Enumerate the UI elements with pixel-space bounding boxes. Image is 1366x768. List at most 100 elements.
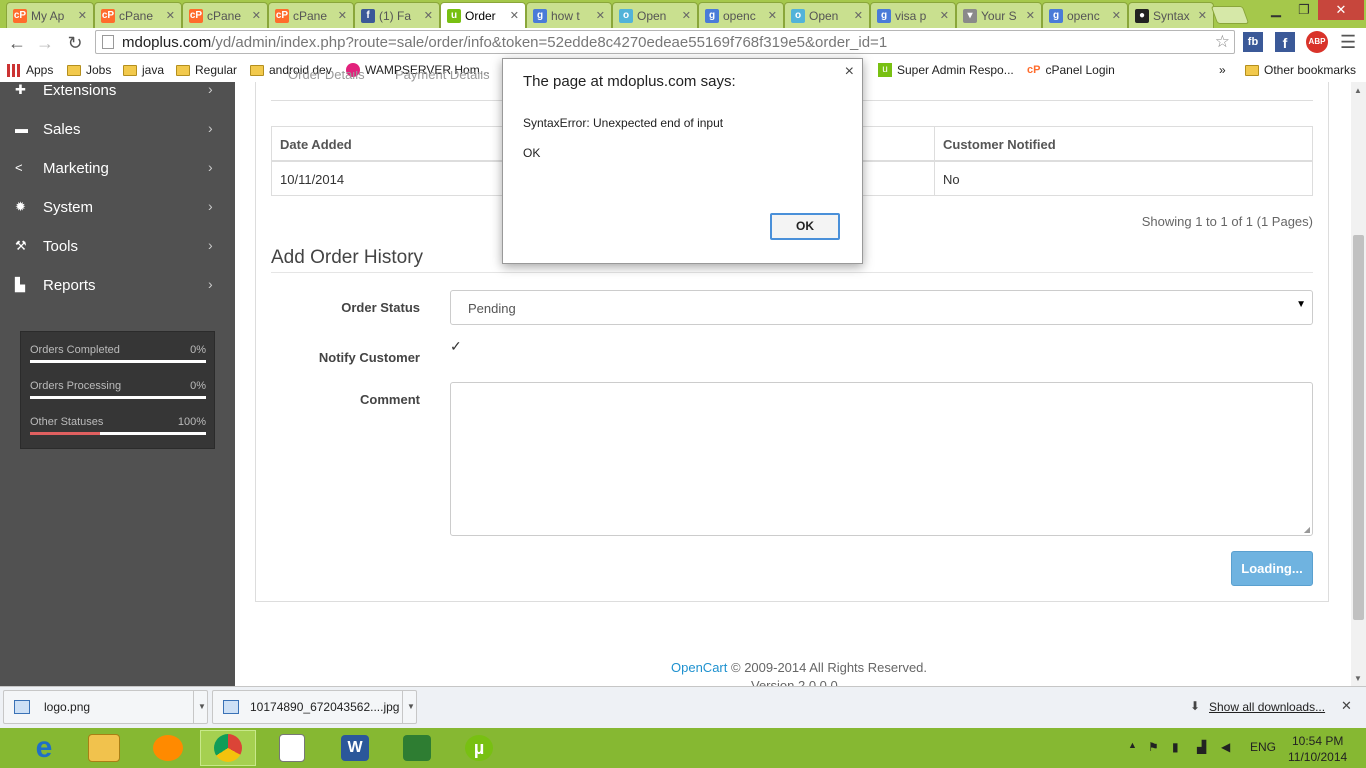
close-tab-icon[interactable]: ✕ (78, 9, 87, 22)
close-icon[interactable]: × (845, 63, 854, 81)
sidebar-item-marketing[interactable]: < Marketing › (0, 150, 235, 189)
browser-tab[interactable]: ▾ Your S ✕ (956, 2, 1042, 28)
reload-icon[interactable]: ↻ (64, 32, 86, 54)
browser-tab[interactable]: g openc ✕ (698, 2, 784, 28)
volume-icon[interactable]: ◀ (1221, 740, 1230, 754)
clock-time[interactable]: 10:54 PM (1292, 734, 1343, 748)
dialog-ok-button[interactable]: OK (770, 213, 840, 240)
close-tab-icon[interactable]: ✕ (682, 9, 691, 22)
sidebar-item-system[interactable]: ✹ System › (0, 189, 235, 228)
power-icon[interactable]: ▮ (1172, 740, 1179, 754)
share-icon: < (15, 160, 23, 175)
opencart-link[interactable]: OpenCart (671, 660, 727, 675)
show-all-downloads-link[interactable]: Show all downloads... (1209, 700, 1325, 714)
order-status-select[interactable]: Pending ▼ (450, 290, 1313, 325)
cart-icon: ▾ (963, 8, 977, 23)
download-item[interactable]: logo.png ▼ (3, 690, 208, 724)
browser-tab[interactable]: cP My Ap ✕ (6, 2, 94, 28)
chevron-down-icon[interactable]: ▼ (193, 691, 210, 723)
chevron-down-icon[interactable]: ▼ (402, 691, 419, 723)
sidebar-item-sales[interactable]: ▬ Sales › (0, 111, 235, 150)
minimize-icon[interactable]: ▁ (1262, 0, 1290, 20)
bar-chart-icon: ▙ (15, 277, 25, 292)
notepad-plus-icon[interactable] (264, 730, 320, 766)
scroll-down-icon[interactable]: ▼ (1354, 674, 1362, 683)
clock-date[interactable]: 11/10/2014 (1288, 750, 1347, 764)
sidebar-item-extensions[interactable]: ✚ Extensions › (0, 72, 235, 111)
utorrent-taskbar-icon[interactable]: µ (451, 730, 507, 766)
close-tab-icon[interactable]: ✕ (940, 9, 949, 22)
language-indicator[interactable]: ENG (1250, 740, 1276, 754)
close-icon[interactable]: ✕ (1341, 698, 1352, 714)
browser-tab[interactable]: cP cPane ✕ (94, 2, 182, 28)
order-stats-panel: Orders Completed 0% Orders Processing 0% O… (20, 331, 215, 449)
chevron-right-icon: › (208, 81, 213, 97)
close-tab-icon[interactable]: ✕ (424, 9, 433, 22)
close-tab-icon[interactable]: ✕ (768, 9, 777, 22)
close-tab-icon[interactable]: ✕ (1198, 9, 1207, 22)
fb-extension-icon[interactable]: fb (1243, 32, 1263, 52)
back-icon[interactable]: ← (6, 32, 28, 54)
facebook-extension-icon[interactable]: f (1275, 32, 1295, 52)
restore-icon[interactable]: ❐ (1290, 0, 1318, 20)
alert-dialog: The page at mdoplus.com says: × SyntaxEr… (502, 58, 863, 264)
action-center-flag-icon[interactable]: ⚑ (1148, 740, 1159, 754)
browser-tab-active[interactable]: u Order ✕ (440, 2, 526, 28)
address-bar[interactable]: mdoplus.com/yd/admin/index.php?route=sal… (95, 30, 1235, 54)
tab-payment-details[interactable]: Payment Details (395, 71, 490, 82)
browser-tab[interactable]: g how t ✕ (526, 2, 612, 28)
download-item[interactable]: 10174890_672043562....jpg ▼ (212, 690, 417, 724)
sidebar-item-reports[interactable]: ▙ Reports › (0, 267, 235, 306)
close-tab-icon[interactable]: ✕ (854, 9, 863, 22)
notify-customer-checkbox[interactable]: ✓ (450, 339, 463, 353)
dialog-message-ok-text: OK (523, 146, 541, 160)
browser-tab[interactable]: cP cPane ✕ (268, 2, 354, 28)
bookmarks-overflow-chevron[interactable]: » (1219, 62, 1226, 78)
table-header-customer-notified: Customer Notified (943, 137, 1056, 152)
browser-tab[interactable]: o Open ✕ (612, 2, 698, 28)
browser-tab[interactable]: f (1) Fa ✕ (354, 2, 440, 28)
bookmark-other-bookmarks[interactable]: Other bookmarks (1245, 62, 1356, 78)
bookmark-super-admin[interactable]: u Super Admin Respo... (878, 62, 1014, 78)
menu-icon[interactable]: ☰ (1340, 32, 1356, 53)
browser-tab[interactable]: o Open ✕ (784, 2, 870, 28)
close-tab-icon[interactable]: ✕ (252, 9, 261, 22)
browser-tab[interactable]: ● Syntax ✕ (1128, 2, 1214, 28)
chrome-taskbar-icon[interactable] (200, 730, 256, 766)
tab-order-details[interactable]: Order Details (288, 71, 365, 82)
new-tab-button[interactable] (1210, 6, 1250, 24)
comment-textarea[interactable]: ◢ (450, 382, 1313, 536)
spreadsheet-icon[interactable] (389, 730, 445, 766)
file-explorer-icon[interactable] (76, 730, 132, 766)
scroll-up-icon[interactable]: ▲ (1354, 86, 1362, 95)
browser-tab[interactable]: g visa p ✕ (870, 2, 956, 28)
chevron-right-icon: › (208, 159, 213, 175)
close-window-icon[interactable]: ✕ (1318, 0, 1364, 20)
browser-tab[interactable]: cP cPane ✕ (182, 2, 268, 28)
resize-handle-icon[interactable]: ◢ (1304, 525, 1310, 534)
sidebar-item-tools[interactable]: ⚒ Tools › (0, 228, 235, 267)
close-tab-icon[interactable]: ✕ (510, 9, 519, 22)
chevron-right-icon: › (208, 237, 213, 253)
browser-toolbar: ← → ↻ mdoplus.com/yd/admin/index.php?rou… (0, 28, 1366, 59)
network-signal-icon[interactable]: ▟ (1197, 740, 1206, 754)
internet-explorer-icon[interactable]: e (16, 730, 72, 766)
close-tab-icon[interactable]: ✕ (338, 9, 347, 22)
show-hidden-icons-icon[interactable]: ▲ (1128, 740, 1137, 750)
folder-icon (1245, 64, 1259, 76)
bookmark-star-icon[interactable]: ☆ (1215, 32, 1230, 52)
vlc-icon[interactable] (140, 730, 196, 766)
close-tab-icon[interactable]: ✕ (596, 9, 605, 22)
adblock-extension-icon[interactable]: ABP (1306, 31, 1328, 53)
scrollbar-thumb[interactable] (1353, 235, 1364, 620)
add-history-button[interactable]: Loading... (1231, 551, 1313, 586)
folder-icon (250, 64, 264, 76)
browser-tab[interactable]: g openc ✕ (1042, 2, 1128, 28)
bookmark-cpanel-login[interactable]: cP cPanel Login (1027, 62, 1115, 78)
close-tab-icon[interactable]: ✕ (1112, 9, 1121, 22)
stat-progress-bar (30, 396, 206, 399)
close-tab-icon[interactable]: ✕ (166, 9, 175, 22)
close-tab-icon[interactable]: ✕ (1026, 9, 1035, 22)
word-icon[interactable]: W (327, 730, 383, 766)
forward-icon[interactable]: → (34, 32, 56, 54)
